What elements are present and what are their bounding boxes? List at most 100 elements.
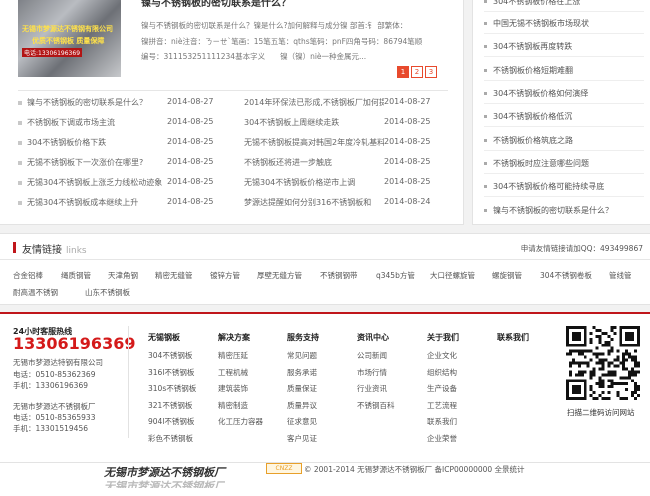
news-item[interactable]: 无锡304不锈钢板上涨乏力线松动迹象	[18, 177, 162, 188]
side-news-item[interactable]: 304不锈钢板价格在上涨	[484, 0, 580, 7]
news-item[interactable]: 无锡不锈钢板下一次涨价在哪里?	[18, 157, 143, 168]
news-date: 2014-08-25	[167, 117, 214, 126]
side-news-title[interactable]: 304不锈钢板价格如何演绎	[493, 89, 588, 98]
footer-link[interactable]: 生产设备	[427, 383, 457, 394]
news-item[interactable]: 2014年环保法已形成,不锈钢板厂加何提	[244, 97, 384, 108]
news-title[interactable]: 镍与不锈钢板的密切联系是什么？	[27, 98, 147, 107]
footer-link[interactable]: 企业荣誉	[427, 433, 457, 444]
news-title[interactable]: 无锡不锈钢板下一次涨价在哪里?	[27, 158, 143, 167]
news-title[interactable]: 梦源达提醒如何分别316不锈钢板和	[244, 198, 371, 207]
news-title[interactable]: 不锈钢板下调或市场主流	[27, 118, 115, 127]
friend-link[interactable]: 精密无缝管	[155, 270, 193, 281]
side-news-title[interactable]: 304不锈钢板价格低沉	[493, 112, 572, 121]
news-item[interactable]: 梦源达提醒如何分别316不锈钢板和	[244, 197, 384, 208]
footer-column-title[interactable]: 资讯中心	[357, 332, 389, 343]
featured-thumbnail[interactable]: 无锡市梦源达不锈钢有限公司 优质不锈钢板 质量保障 电话:13306196369	[18, 0, 121, 77]
footer-link[interactable]: 常见问题	[287, 350, 317, 361]
bullet-icon	[484, 92, 487, 95]
footer-link[interactable]: 不锈钢百科	[357, 400, 395, 411]
news-item[interactable]: 不锈钢板下调或市场主流	[18, 117, 115, 128]
side-news-title[interactable]: 304不锈钢板再度转跌	[493, 42, 572, 51]
footer-link[interactable]: 精密压延	[218, 350, 248, 361]
friend-link[interactable]: 厚壁无缝方管	[257, 270, 302, 281]
friend-link[interactable]: q345b方管	[376, 270, 415, 281]
side-news-item[interactable]: 304不锈钢板再度转跌	[484, 41, 572, 52]
news-title[interactable]: 无锡304不锈钢板上涨乏力线松动迹象	[27, 178, 162, 187]
page-2-button[interactable]: 2	[411, 66, 423, 78]
side-news-item[interactable]: 镍与不锈钢板的密切联系是什么？	[484, 205, 613, 216]
page-3-button[interactable]: 3	[425, 66, 437, 78]
footer-column-title[interactable]: 解决方案	[218, 332, 250, 343]
side-news-item[interactable]: 304不锈钢板价格如何演绎	[484, 88, 588, 99]
news-title[interactable]: 不锈钢板还将进一步触底	[244, 158, 332, 167]
news-item[interactable]: 304不锈钢板价格下跌	[18, 137, 106, 148]
footer-link[interactable]: 公司新闻	[357, 350, 387, 361]
footer-column-title[interactable]: 关于我们	[427, 332, 459, 343]
news-item[interactable]: 无锡不锈钢板提高对韩国2年度冷轧基料	[244, 137, 384, 148]
news-item[interactable]: 镍与不锈钢板的密切联系是什么？	[18, 97, 147, 108]
friend-link[interactable]: 天津角钢	[108, 270, 138, 281]
cnzz-badge[interactable]: CNZZ	[266, 463, 302, 474]
friend-link[interactable]: 不锈钢钢带	[320, 270, 358, 281]
friend-link[interactable]: 山东不锈钢板	[85, 287, 130, 298]
footer-link[interactable]: 化工压力容器	[218, 416, 263, 427]
thumb-caption: 无锡市梦源达不锈钢有限公司	[22, 25, 113, 33]
news-item[interactable]: 304不锈钢板上周继续走跌	[244, 117, 384, 128]
side-news-title[interactable]: 不锈钢板时应注意哪些问题	[493, 159, 589, 168]
footer-link[interactable]: 企业文化	[427, 350, 457, 361]
friend-link[interactable]: 镀锌方管	[210, 270, 240, 281]
footer-link[interactable]: 工艺流程	[427, 400, 457, 411]
side-news-title[interactable]: 不锈钢板价格筑底之路	[493, 136, 573, 145]
page-1-button[interactable]: 1	[397, 66, 409, 78]
footer-link[interactable]: 321不锈钢板	[148, 400, 192, 411]
footer-link[interactable]: 服务承诺	[287, 367, 317, 378]
side-news-item[interactable]: 中国无锡不锈钢板市场现状	[484, 18, 589, 29]
news-title[interactable]: 2014年环保法已形成,不锈钢板厂加何提	[244, 98, 384, 107]
footer-link[interactable]: 质量异议	[287, 400, 317, 411]
side-news-item[interactable]: 不锈钢板价格短期难翻	[484, 65, 573, 76]
news-item[interactable]: 不锈钢板还将进一步触底	[244, 157, 384, 168]
news-title[interactable]: 无锡304不锈钢板成本继续上升	[27, 198, 138, 207]
friend-link[interactable]: 绳质钢管	[61, 270, 91, 281]
friend-link[interactable]: 304不锈钢卷板	[540, 270, 592, 281]
side-news-item[interactable]: 304不锈钢板价格可能持续寻底	[484, 181, 604, 192]
footer-link[interactable]: 彩色不锈钢板	[148, 433, 193, 444]
footer-link[interactable]: 市场行情	[357, 367, 387, 378]
footer-column-title[interactable]: 联系我们	[497, 332, 529, 343]
footer-link[interactable]: 904l不锈钢板	[148, 416, 194, 427]
footer-link[interactable]: 组织结构	[427, 367, 457, 378]
side-news-title[interactable]: 中国无锡不锈钢板市场现状	[493, 19, 589, 28]
footer-link[interactable]: 联系我们	[427, 416, 457, 427]
side-news-item[interactable]: 304不锈钢板价格低沉	[484, 111, 572, 122]
friend-link[interactable]: 合金铝棒	[13, 270, 43, 281]
side-news-title[interactable]: 304不锈钢板价格可能持续寻底	[493, 182, 604, 191]
side-news-title[interactable]: 不锈钢板价格短期难翻	[493, 66, 573, 75]
news-title[interactable]: 无锡304不锈钢板价格逆市上调	[244, 178, 355, 187]
footer-link[interactable]: 316l不锈钢板	[148, 367, 194, 378]
side-news-title[interactable]: 304不锈钢板价格在上涨	[493, 0, 580, 6]
friend-link[interactable]: 大口径螺旋管	[430, 270, 475, 281]
footer-link[interactable]: 304不锈钢板	[148, 350, 192, 361]
footer-link[interactable]: 建筑装饰	[218, 383, 248, 394]
side-news-item[interactable]: 不锈钢板时应注意哪些问题	[484, 158, 589, 169]
news-title[interactable]: 无锡不锈钢板提高对韩国2年度冷轧基料	[244, 138, 384, 147]
footer-link[interactable]: 质量保证	[287, 383, 317, 394]
footer-link[interactable]: 工程机械	[218, 367, 248, 378]
featured-headline[interactable]: 镍与不锈钢板的密切联系是什么？	[141, 0, 291, 9]
footer-link[interactable]: 310s不锈钢板	[148, 383, 196, 394]
footer-link[interactable]: 精密制造	[218, 400, 248, 411]
friend-link[interactable]: 管线管	[609, 270, 632, 281]
footer-link[interactable]: 客户见证	[287, 433, 317, 444]
footer-column-title[interactable]: 无锡钢板	[148, 332, 180, 343]
friend-link[interactable]: 耐高温不锈钢	[13, 287, 58, 298]
footer-column-title[interactable]: 服务支持	[287, 332, 319, 343]
side-news-title[interactable]: 镍与不锈钢板的密切联系是什么？	[493, 206, 613, 215]
news-title[interactable]: 304不锈钢板价格下跌	[27, 138, 106, 147]
side-news-item[interactable]: 不锈钢板价格筑底之路	[484, 135, 573, 146]
friend-link[interactable]: 螺旋钢管	[492, 270, 522, 281]
news-item[interactable]: 无锡304不锈钢板成本继续上升	[18, 197, 138, 208]
news-title[interactable]: 304不锈钢板上周继续走跌	[244, 118, 339, 127]
news-item[interactable]: 无锡304不锈钢板价格逆市上调	[244, 177, 384, 188]
footer-link[interactable]: 行业资讯	[357, 383, 387, 394]
footer-link[interactable]: 征求意见	[287, 416, 317, 427]
